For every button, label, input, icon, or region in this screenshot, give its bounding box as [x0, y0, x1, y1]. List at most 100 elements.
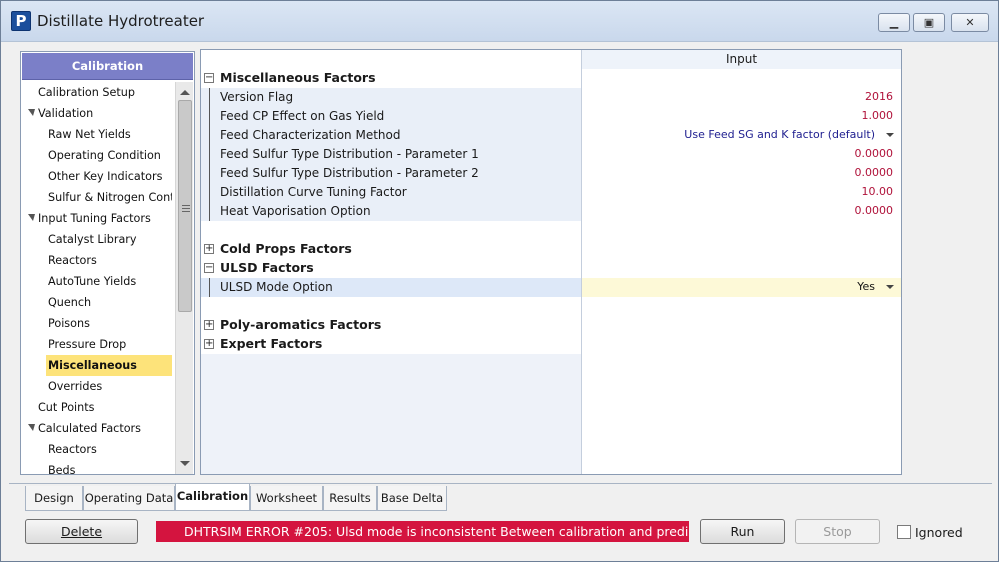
property-value: 10.00 — [861, 185, 894, 198]
stop-button[interactable]: Stop — [795, 519, 880, 544]
row-value-cell — [581, 392, 901, 411]
row-label-cell: Feed Sulfur Type Distribution - Paramete… — [201, 145, 581, 164]
row-label-cell: − ULSD Factors — [201, 259, 581, 278]
row-label-cell — [201, 297, 581, 316]
row-value-cell[interactable]: Use Feed SG and K factor (default) — [581, 126, 901, 145]
property-label: Feed Characterization Method — [220, 128, 401, 142]
empty-row — [201, 468, 901, 474]
row-value-cell[interactable]: Yes — [581, 278, 901, 297]
expand-triangle-icon[interactable] — [28, 214, 35, 221]
property-row: Feed Characterization Method Use Feed SG … — [201, 126, 901, 145]
collapse-icon[interactable]: − — [204, 73, 214, 83]
property-label: Feed Sulfur Type Distribution - Paramete… — [220, 166, 479, 180]
row-value-cell[interactable]: 10.00 — [581, 183, 901, 202]
section-row: − ULSD Factors — [201, 259, 901, 278]
property-value: 1.000 — [861, 109, 894, 122]
delete-button[interactable]: Delete — [25, 519, 138, 544]
tree-item[interactable]: Reactors — [22, 439, 172, 460]
collapse-icon[interactable]: − — [204, 263, 214, 273]
tree-item[interactable]: Overrides — [22, 376, 172, 397]
row-value-cell[interactable]: 2016 — [581, 88, 901, 107]
tree-item[interactable]: Quench — [22, 292, 172, 313]
row-label-cell — [201, 373, 581, 392]
tree-item[interactable]: Poisons — [22, 313, 172, 334]
tree-item[interactable]: Calculated Factors — [22, 418, 172, 439]
tab-calibration[interactable]: Calibration — [175, 484, 250, 511]
dropdown-arrow-icon[interactable] — [882, 281, 897, 293]
row-label-cell: Feed Characterization Method — [201, 126, 581, 145]
row-value-cell[interactable]: 0.0000 — [581, 145, 901, 164]
tab-design[interactable]: Design — [25, 486, 83, 511]
tree-item[interactable]: Pressure Drop — [22, 334, 172, 355]
tab-worksheet[interactable]: Worksheet — [250, 486, 323, 511]
expand-icon[interactable]: + — [204, 244, 214, 254]
ignored-checkbox[interactable] — [897, 525, 911, 539]
app-window: P Distillate Hydrotreater ▁ ▣ ✕ Calibrat… — [0, 0, 999, 562]
tree-item-label: Poisons — [48, 317, 90, 330]
scroll-up-icon[interactable] — [180, 90, 190, 95]
property-label: Heat Vaporisation Option — [220, 204, 371, 218]
tree-item[interactable]: Cut Points — [22, 397, 172, 418]
grid-header-blank — [201, 50, 581, 69]
expand-icon[interactable]: + — [204, 320, 214, 330]
tree-item[interactable]: Beds — [22, 460, 172, 474]
property-value: Yes — [857, 280, 875, 293]
tree-item[interactable]: Sulfur & Nitrogen Conte — [22, 187, 172, 208]
property-row: Feed Sulfur Type Distribution - Paramete… — [201, 164, 901, 183]
scroll-down-icon[interactable] — [180, 461, 190, 466]
row-value-cell — [581, 259, 901, 278]
row-value-cell — [581, 240, 901, 259]
row-value-cell — [581, 69, 901, 88]
section-row: + Cold Props Factors — [201, 240, 901, 259]
column-header-input: Input — [581, 50, 901, 69]
section-title: Poly-aromatics Factors — [220, 317, 382, 332]
section-row: + Poly-aromatics Factors — [201, 316, 901, 335]
tree-item-label: AutoTune Yields — [48, 275, 137, 288]
tree-item[interactable]: Operating Condition — [22, 145, 172, 166]
window-title: Distillate Hydrotreater — [37, 12, 205, 30]
expand-triangle-icon[interactable] — [28, 109, 35, 116]
row-value-cell[interactable]: 0.0000 — [581, 164, 901, 183]
maximize-button[interactable]: ▣ — [913, 13, 945, 32]
scroll-thumb[interactable] — [178, 100, 192, 312]
tree-item-label: Raw Net Yields — [48, 128, 131, 141]
tree-item-label: Catalyst Library — [48, 233, 137, 246]
property-row: Distillation Curve Tuning Factor 10.00 — [201, 183, 901, 202]
delete-button-label: Delete — [60, 524, 103, 539]
row-label-cell — [201, 430, 581, 449]
tab-base-delta[interactable]: Base Delta — [377, 486, 447, 511]
row-value-cell[interactable]: 0.0000 — [581, 202, 901, 221]
tree-item[interactable]: Miscellaneous — [22, 355, 172, 376]
tree-item[interactable]: Reactors — [22, 250, 172, 271]
expand-icon[interactable]: + — [204, 339, 214, 349]
row-label-cell: + Cold Props Factors — [201, 240, 581, 259]
tree-item[interactable]: Validation — [22, 103, 172, 124]
close-button[interactable]: ✕ — [951, 13, 989, 32]
row-label-cell: Feed CP Effect on Gas Yield — [201, 107, 581, 126]
tree-item[interactable]: Other Key Indicators — [22, 166, 172, 187]
expand-triangle-icon[interactable] — [28, 424, 35, 431]
tree-scrollbar[interactable] — [175, 82, 193, 474]
property-value: 0.0000 — [854, 147, 894, 160]
row-label-cell — [201, 221, 581, 240]
row-value-cell[interactable]: 1.000 — [581, 107, 901, 126]
tab-operating-data[interactable]: Operating Data — [83, 486, 175, 511]
row-label-cell: + Poly-aromatics Factors — [201, 316, 581, 335]
tab-results[interactable]: Results — [323, 486, 377, 511]
row-label-cell: Heat Vaporisation Option — [201, 202, 581, 230]
property-row: Feed Sulfur Type Distribution - Paramete… — [201, 145, 901, 164]
tree-item[interactable]: Input Tuning Factors — [22, 208, 172, 229]
dropdown-arrow-icon[interactable] — [882, 129, 897, 141]
tree-item[interactable]: Raw Net Yields — [22, 124, 172, 145]
tree-item[interactable]: Catalyst Library — [22, 229, 172, 250]
row-value-cell — [581, 354, 901, 373]
tree-item[interactable]: AutoTune Yields — [22, 271, 172, 292]
row-label-cell: Version Flag — [201, 88, 581, 107]
tree-item[interactable]: Calibration Setup — [22, 82, 172, 103]
run-button[interactable]: Run — [700, 519, 785, 544]
client-area: Calibration Calibration Setup Validation R… — [9, 43, 992, 481]
ignored-label: Ignored — [915, 525, 963, 540]
row-label-cell: + Expert Factors — [201, 335, 581, 354]
minimize-button[interactable]: ▁ — [878, 13, 910, 32]
empty-row — [201, 221, 901, 240]
